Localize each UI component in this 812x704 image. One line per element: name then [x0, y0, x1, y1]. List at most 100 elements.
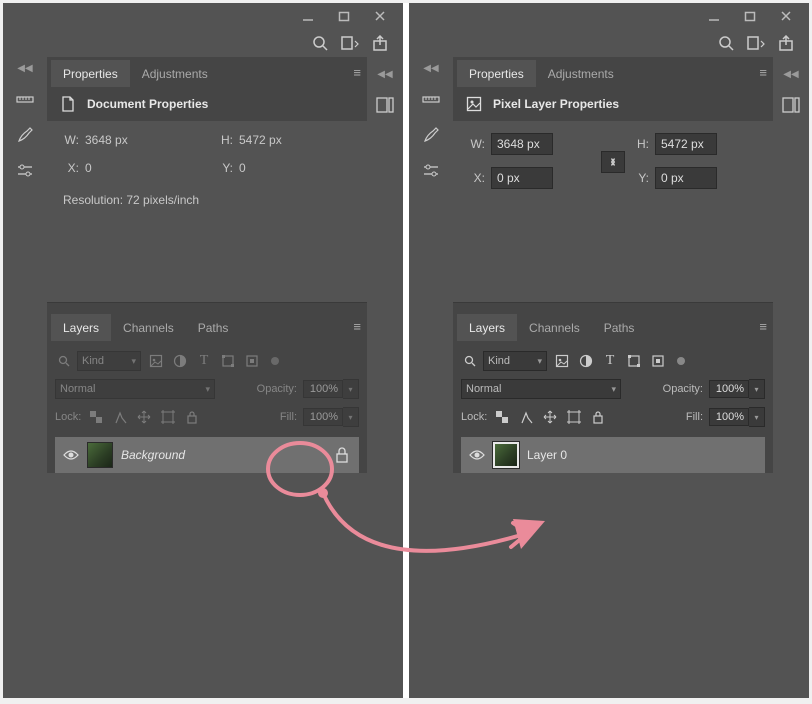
- filter-toggle[interactable]: [677, 357, 685, 365]
- filter-pixel-icon[interactable]: [553, 352, 571, 370]
- layer-name[interactable]: Layer 0: [527, 448, 757, 462]
- lock-artboard-icon[interactable]: [159, 408, 177, 426]
- layer-name[interactable]: Background: [121, 448, 325, 462]
- visibility-eye-icon[interactable]: [469, 447, 485, 463]
- tab-adjustments[interactable]: Adjustments: [130, 60, 220, 87]
- ruler-tool-icon[interactable]: [420, 88, 442, 110]
- collapse-icon[interactable]: ◀◀: [17, 63, 32, 74]
- fill-input[interactable]: [709, 408, 749, 426]
- panel-menu-icon[interactable]: ≡: [353, 319, 361, 334]
- minimize-button[interactable]: [705, 9, 723, 23]
- maximize-button[interactable]: [335, 9, 353, 23]
- layer-thumbnail[interactable]: [87, 442, 113, 468]
- fill-dropdown-icon[interactable]: ▾: [749, 407, 765, 427]
- filter-search-icon[interactable]: [55, 352, 73, 370]
- x-input[interactable]: [491, 167, 553, 189]
- filter-shape-icon[interactable]: [219, 352, 237, 370]
- search-icon[interactable]: [717, 34, 735, 52]
- panel-menu-icon[interactable]: ≡: [759, 65, 767, 80]
- minimize-button[interactable]: [299, 9, 317, 23]
- collapse-icon[interactable]: ◀◀: [783, 69, 798, 80]
- lock-transparency-icon[interactable]: [493, 408, 511, 426]
- layer-thumbnail[interactable]: [493, 442, 519, 468]
- tab-properties[interactable]: Properties: [457, 60, 536, 87]
- filter-type-icon[interactable]: T: [601, 352, 619, 370]
- blend-mode-select[interactable]: Normal▾: [55, 379, 215, 399]
- layers-panel: Kind▾ T Normal▾ Opacity: ▾: [453, 341, 773, 473]
- panels-icon[interactable]: [780, 94, 802, 116]
- kind-select[interactable]: Kind▾: [483, 351, 547, 371]
- opacity-input[interactable]: [303, 380, 343, 398]
- opacity-dropdown-icon[interactable]: ▾: [343, 379, 359, 399]
- close-button[interactable]: [371, 9, 389, 23]
- share-icon[interactable]: [371, 34, 389, 52]
- filter-adjustment-icon[interactable]: [577, 352, 595, 370]
- brush-tool-icon[interactable]: [14, 124, 36, 146]
- brush-tool-icon[interactable]: [420, 124, 442, 146]
- lock-position-icon[interactable]: [135, 408, 153, 426]
- filter-shape-icon[interactable]: [625, 352, 643, 370]
- lock-all-icon[interactable]: [589, 408, 607, 426]
- arrange-icon[interactable]: [341, 34, 359, 52]
- filter-smart-icon[interactable]: [243, 352, 261, 370]
- properties-panel: Document Properties W:3648 px X:0 H:5472…: [47, 87, 367, 303]
- ruler-tool-icon[interactable]: [14, 88, 36, 110]
- layer-row[interactable]: Layer 0: [461, 437, 765, 473]
- layer-row[interactable]: Background: [55, 437, 359, 473]
- tab-properties[interactable]: Properties: [51, 60, 130, 87]
- panels-icon[interactable]: [374, 94, 396, 116]
- lock-pixels-icon[interactable]: [517, 408, 535, 426]
- lock-transparency-icon[interactable]: [87, 408, 105, 426]
- close-button[interactable]: [777, 9, 795, 23]
- filter-smart-icon[interactable]: [649, 352, 667, 370]
- panel-menu-icon[interactable]: ≡: [353, 65, 361, 80]
- link-wh-icon[interactable]: [601, 151, 625, 173]
- properties-header: Document Properties: [47, 87, 367, 121]
- sliders-tool-icon[interactable]: [14, 160, 36, 182]
- left-tool-gutter: ◀◀: [3, 57, 47, 698]
- visibility-eye-icon[interactable]: [63, 447, 79, 463]
- tab-layers[interactable]: Layers: [51, 314, 111, 341]
- fill-label: Fill:: [686, 411, 703, 423]
- sliders-tool-icon[interactable]: [420, 160, 442, 182]
- maximize-button[interactable]: [741, 9, 759, 23]
- opacity-dropdown-icon[interactable]: ▾: [749, 379, 765, 399]
- search-icon[interactable]: [311, 34, 329, 52]
- tab-channels[interactable]: Channels: [517, 314, 592, 341]
- kind-select[interactable]: Kind▾: [77, 351, 141, 371]
- tab-layers[interactable]: Layers: [457, 314, 517, 341]
- filter-search-icon[interactable]: [461, 352, 479, 370]
- filter-adjustment-icon[interactable]: [171, 352, 189, 370]
- tab-paths[interactable]: Paths: [592, 314, 647, 341]
- w-input[interactable]: [491, 133, 553, 155]
- fill-dropdown-icon[interactable]: ▾: [343, 407, 359, 427]
- lock-all-icon[interactable]: [183, 408, 201, 426]
- layers-panel: Kind▾ T Normal▾ Opacity: ▾: [47, 341, 367, 473]
- w-label: W:: [63, 133, 79, 147]
- collapse-icon[interactable]: ◀◀: [377, 69, 392, 80]
- filter-toggle[interactable]: [271, 357, 279, 365]
- lock-position-icon[interactable]: [541, 408, 559, 426]
- tab-adjustments[interactable]: Adjustments: [536, 60, 626, 87]
- collapse-icon[interactable]: ◀◀: [423, 63, 438, 74]
- lock-pixels-icon[interactable]: [111, 408, 129, 426]
- lock-artboard-icon[interactable]: [565, 408, 583, 426]
- fill-input[interactable]: [303, 408, 343, 426]
- lock-icon[interactable]: [333, 446, 351, 464]
- top-icon-bar: [3, 29, 403, 57]
- tab-paths[interactable]: Paths: [186, 314, 241, 341]
- filter-pixel-icon[interactable]: [147, 352, 165, 370]
- tab-channels[interactable]: Channels: [111, 314, 186, 341]
- panel-menu-icon[interactable]: ≡: [759, 319, 767, 334]
- resolution-line: Resolution: 72 pixels/inch: [47, 187, 367, 213]
- layers-tabs: Layers Channels Paths ≡: [453, 311, 773, 341]
- h-input[interactable]: [655, 133, 717, 155]
- filter-type-icon[interactable]: T: [195, 352, 213, 370]
- arrange-icon[interactable]: [747, 34, 765, 52]
- blend-mode-select[interactable]: Normal▾: [461, 379, 621, 399]
- y-input[interactable]: [655, 167, 717, 189]
- right-gutter: ◀◀: [773, 57, 809, 698]
- share-icon[interactable]: [777, 34, 795, 52]
- right-pane: ◀◀ Properties Adjustments ≡ Pixel Layer …: [409, 3, 809, 698]
- opacity-input[interactable]: [709, 380, 749, 398]
